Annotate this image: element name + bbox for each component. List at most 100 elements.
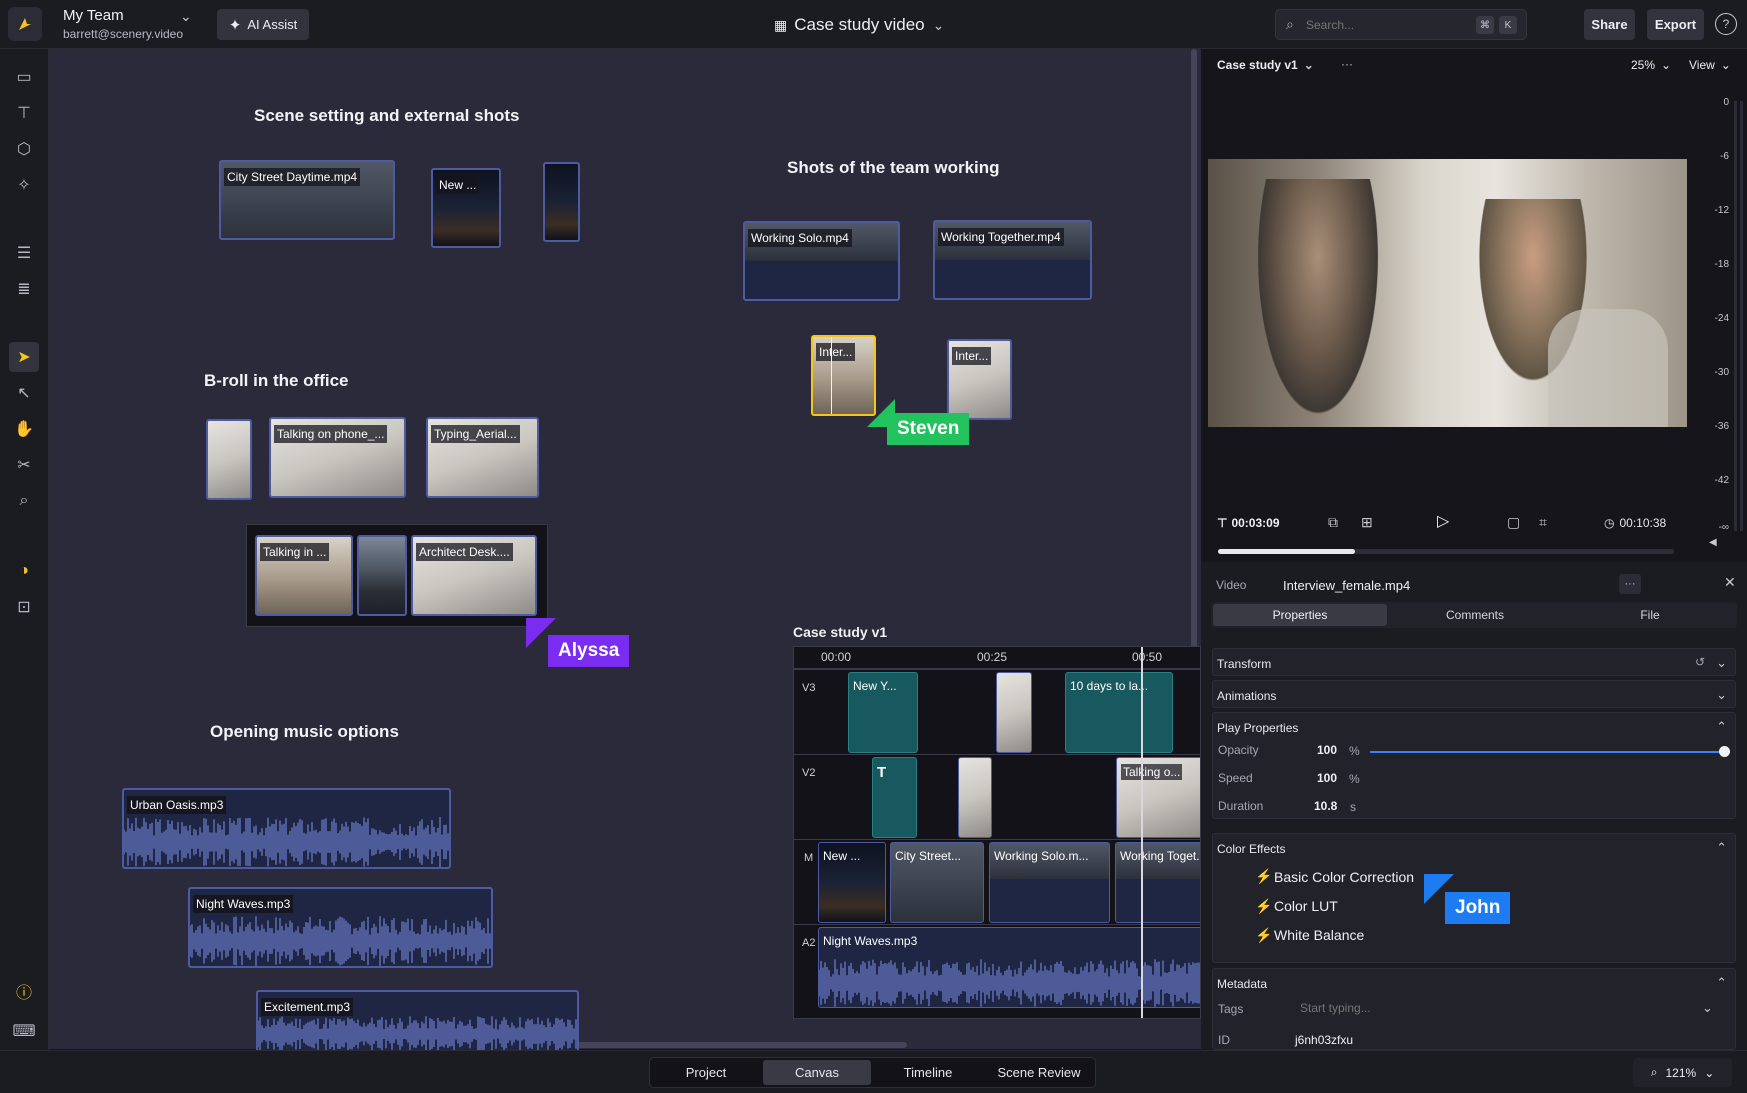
section-animations[interactable]: Animations ⌄	[1212, 680, 1736, 708]
tl-clip-night-waves[interactable]: Night Waves.mp3	[818, 927, 1200, 1008]
tl-clip-talking[interactable]: Talking o...	[1116, 757, 1200, 838]
fit-frame-icon[interactable]: ▢	[1507, 514, 1520, 531]
more-options-icon[interactable]: ···	[1341, 57, 1353, 71]
zoom-tool-button[interactable]: ⌕	[11, 488, 37, 514]
team-switcher[interactable]: My Team barrett@scenery.video ⌄	[56, 6, 196, 44]
clip-broll-portrait[interactable]	[206, 419, 252, 500]
chevron-up-icon[interactable]: ⌃	[1716, 719, 1727, 735]
timeline-ruler[interactable]: 00:00 00:25 00:50	[794, 647, 1200, 669]
group-title-b-roll[interactable]: B-roll in the office	[204, 371, 349, 391]
prev-frame-icon[interactable]: ⧉	[1328, 514, 1338, 531]
keyboard-shortcuts-button[interactable]: ⌨	[11, 1018, 37, 1044]
search-input[interactable]	[1306, 15, 1446, 35]
playback-scrubber[interactable]	[1218, 549, 1674, 554]
chevron-down-icon[interactable]: ⌄	[1716, 687, 1727, 703]
chevron-up-icon[interactable]: ⌃	[1716, 840, 1727, 856]
share-button[interactable]: Share	[1584, 9, 1635, 40]
timeline-title[interactable]: Case study v1	[793, 624, 887, 640]
effect-basic-color-correction[interactable]: Basic Color Correction	[1274, 869, 1414, 885]
chevron-down-icon[interactable]: ⌄	[1716, 655, 1727, 671]
crop-icon[interactable]: ⌗	[1539, 514, 1547, 531]
select-tool-button[interactable]: ➤	[9, 342, 39, 372]
tl-clip-new[interactable]: New ...	[818, 842, 886, 923]
app-logo[interactable]	[8, 7, 42, 41]
clip-typing-aerial[interactable]: Typing_Aerial...	[426, 417, 539, 498]
duration-value[interactable]: 10.8	[1314, 799, 1337, 813]
tab-timeline[interactable]: Timeline	[874, 1060, 982, 1085]
present-button[interactable]: ⊡	[11, 594, 37, 620]
clip-talking-phone[interactable]: Talking on phone_...	[269, 417, 406, 498]
text-tool-button[interactable]: ⊤	[11, 100, 37, 126]
sequence-selector[interactable]: Case study v1 ⌄	[1217, 58, 1314, 72]
clip-architect-desk[interactable]: Architect Desk....	[411, 535, 537, 616]
clip-interview-2[interactable]: Inter...	[947, 339, 1012, 420]
tags-input[interactable]	[1300, 996, 1700, 1020]
scenes-button[interactable]: ☰	[11, 240, 37, 266]
tab-file[interactable]: File	[1563, 604, 1737, 626]
clip-group-selection[interactable]: Talking in ... Architect Desk....	[246, 524, 548, 627]
effects-button[interactable]: ✧	[11, 172, 37, 198]
group-title-scene-setting[interactable]: Scene setting and external shots	[254, 106, 519, 126]
tab-project[interactable]: Project	[652, 1060, 760, 1085]
opacity-value[interactable]: 100	[1317, 743, 1337, 757]
timeline-panel[interactable]: 00:00 00:25 00:50 V3 New Y... 10 days to…	[793, 646, 1201, 1019]
clip-new-night[interactable]: New ...	[431, 168, 501, 248]
tl-clip-working-together[interactable]: Working Toget...	[1115, 842, 1200, 923]
video-frame[interactable]	[1208, 159, 1687, 427]
current-time[interactable]: ⊤ 00:03:09	[1217, 516, 1280, 530]
cut-tool-button[interactable]: ✂	[11, 452, 37, 478]
path-select-button[interactable]: ↖	[11, 380, 37, 406]
tl-clip-image[interactable]	[996, 672, 1032, 753]
opacity-slider[interactable]	[1370, 746, 1730, 757]
tl-clip-working-solo[interactable]: Working Solo.m...	[989, 842, 1110, 923]
tl-clip-small[interactable]	[958, 757, 992, 838]
search-box[interactable]: ⌕ ⌘ K	[1275, 9, 1527, 40]
canvas-scrollbar-horizontal[interactable]	[569, 1042, 907, 1048]
tab-comments[interactable]: Comments	[1388, 604, 1562, 626]
mute-icon[interactable]: ◀	[1709, 537, 1717, 548]
group-title-opening-music[interactable]: Opening music options	[210, 722, 399, 742]
info-button[interactable]: ⓘ	[11, 978, 37, 1004]
elements-button[interactable]: ⬡	[11, 136, 37, 162]
tl-clip-new-year[interactable]: New Y...	[848, 672, 918, 753]
project-title-menu[interactable]: ▦ Case study video ⌄	[774, 12, 994, 38]
canvas-zoom-control[interactable]: ⌕ 121% ⌄	[1633, 1058, 1732, 1087]
zoom-dropdown[interactable]: 25% ⌄	[1631, 58, 1671, 72]
section-transform[interactable]: Transform ↺ ⌄	[1212, 648, 1736, 676]
help-button[interactable]: ?	[1715, 13, 1737, 35]
export-button[interactable]: Export	[1647, 9, 1704, 40]
media-library-button[interactable]: ▭	[11, 64, 37, 90]
split-icon[interactable]: ⊞	[1361, 514, 1373, 531]
chevron-down-icon[interactable]: ⌄	[1702, 1000, 1713, 1016]
chevron-up-icon[interactable]: ⌃	[1716, 975, 1727, 991]
close-icon[interactable]: ✕	[1724, 574, 1736, 591]
timeline-playhead[interactable]	[1141, 647, 1143, 1018]
tab-scene-review[interactable]: Scene Review	[985, 1060, 1093, 1085]
tl-clip-10-days[interactable]: 10 days to la...	[1065, 672, 1173, 753]
clip-working-together[interactable]: Working Together.mp4	[933, 220, 1092, 300]
hand-tool-button[interactable]: ✋	[11, 416, 37, 442]
audio-clip-urban-oasis[interactable]: Urban Oasis.mp3	[122, 788, 451, 869]
play-icon[interactable]: ▷	[1437, 511, 1449, 531]
view-dropdown[interactable]: View ⌄	[1689, 58, 1731, 72]
audio-clip-excitement[interactable]: Excitement.mp3	[256, 990, 579, 1054]
clip-city-street[interactable]: City Street Daytime.mp4	[219, 160, 395, 240]
clip-night-tall[interactable]	[543, 162, 580, 242]
audio-clip-night-waves[interactable]: Night Waves.mp3	[188, 887, 493, 968]
opacity-slider-thumb[interactable]	[1719, 746, 1730, 757]
tab-canvas[interactable]: Canvas	[763, 1060, 871, 1085]
effect-color-lut[interactable]: Color LUT	[1274, 898, 1338, 914]
script-button[interactable]: ≣	[11, 276, 37, 302]
tab-properties[interactable]: Properties	[1213, 604, 1387, 626]
canvas-area[interactable]: Scene setting and external shots City St…	[49, 49, 1201, 1054]
tl-clip-city-street[interactable]: City Street...	[890, 842, 984, 923]
tl-clip-title[interactable]: T	[872, 757, 917, 838]
reset-icon[interactable]: ↺	[1695, 655, 1705, 669]
clip-talking-in[interactable]: Talking in ...	[255, 535, 353, 616]
ai-assist-button[interactable]: ✦ AI Assist	[217, 9, 309, 40]
group-title-team-working[interactable]: Shots of the team working	[787, 158, 1000, 178]
color-tool-button[interactable]: ◑	[11, 558, 37, 584]
speed-value[interactable]: 100	[1317, 771, 1337, 785]
more-options-icon[interactable]: ···	[1619, 574, 1641, 594]
effect-white-balance[interactable]: White Balance	[1274, 927, 1364, 943]
